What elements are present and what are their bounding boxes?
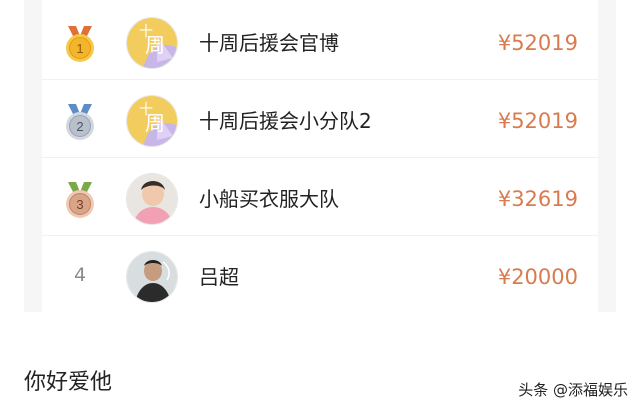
avatar[interactable]: 周 十 xyxy=(126,17,178,69)
donor-name: 十周后援会小分队2 xyxy=(199,109,372,133)
bronze-medal-icon: 3 xyxy=(66,182,94,218)
source-watermark: 头条 @添福娱乐 xyxy=(518,381,628,399)
donation-ranking-list: 1 周 十 十周后援会官博 ¥52019 2 周 十 十周后援会小分队2 ¥52… xyxy=(42,0,598,312)
svg-text:十: 十 xyxy=(139,24,153,40)
donation-amount: ¥32619 xyxy=(497,187,578,211)
rank-number: 4 xyxy=(73,264,87,286)
article-heading: 你好爱他 xyxy=(24,370,113,395)
gold-medal-icon: 1 xyxy=(66,26,94,62)
donation-amount: ¥20000 xyxy=(497,265,578,289)
ranking-row[interactable]: 3 小船买衣服大队 ¥32619 xyxy=(42,158,598,236)
avatar[interactable]: 周 十 xyxy=(126,95,178,147)
svg-text:十: 十 xyxy=(139,102,153,118)
ranking-row[interactable]: 1 周 十 十周后援会官博 ¥52019 xyxy=(42,2,598,80)
donor-name: 十周后援会官博 xyxy=(199,31,339,55)
silver-medal-icon: 2 xyxy=(66,104,94,140)
donation-amount: ¥52019 xyxy=(497,31,578,55)
donor-name: 吕超 xyxy=(199,265,239,289)
ranking-row[interactable]: 2 周 十 十周后援会小分队2 ¥52019 xyxy=(42,80,598,158)
svg-text:1: 1 xyxy=(76,41,83,56)
avatar[interactable] xyxy=(126,251,178,303)
ranking-row[interactable]: 4 吕超 ¥20000 xyxy=(42,236,598,314)
avatar[interactable] xyxy=(126,173,178,225)
donor-name: 小船买衣服大队 xyxy=(199,187,339,211)
donation-amount: ¥52019 xyxy=(497,109,578,133)
svg-text:2: 2 xyxy=(76,119,83,134)
svg-text:3: 3 xyxy=(76,197,83,212)
